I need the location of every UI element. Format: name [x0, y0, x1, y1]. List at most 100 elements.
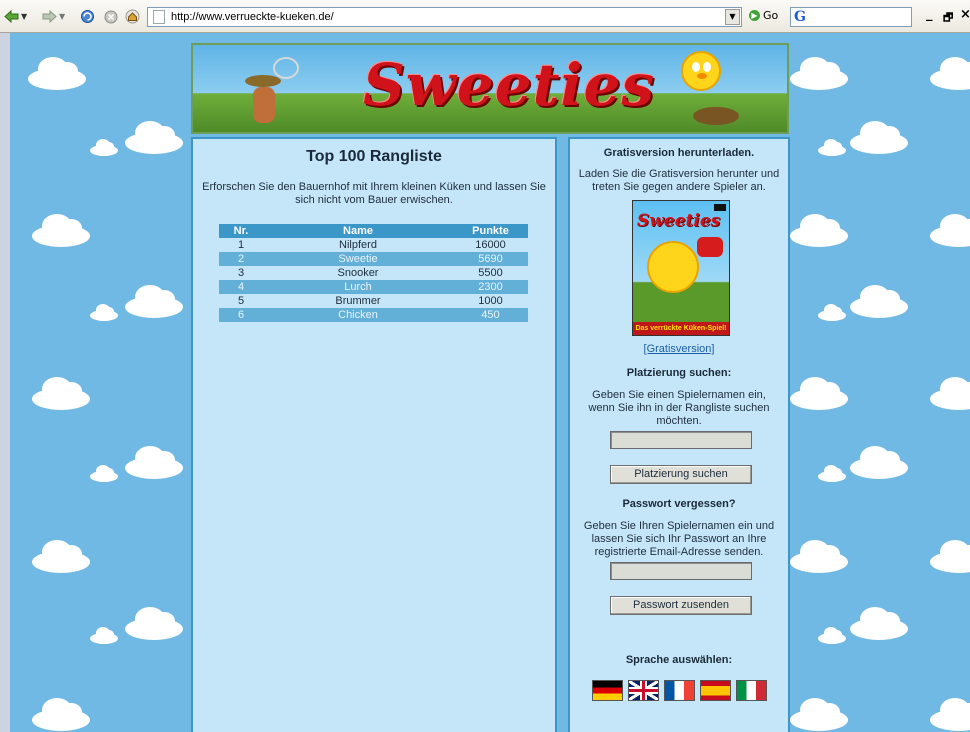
- cloud-decoration: [125, 285, 183, 318]
- cloud-decoration: [930, 57, 970, 90]
- gratisversion-link[interactable]: [Gratisversion]: [570, 343, 788, 355]
- player-name-cell: Lurch: [263, 280, 453, 294]
- player-name-cell: Brummer: [263, 294, 453, 308]
- forward-button[interactable]: ▼: [42, 8, 65, 25]
- player-name-cell: Sweetie: [263, 252, 453, 266]
- player-name-cell: Nilpferd: [263, 238, 453, 252]
- cloud-decoration: [818, 627, 846, 644]
- table-row: 2 Sweetie 5690: [219, 252, 528, 266]
- stop-icon: [103, 9, 118, 24]
- cloud-decoration: [930, 377, 970, 410]
- go-arrow-icon: ▶: [749, 10, 760, 21]
- close-button[interactable]: ×: [960, 7, 970, 22]
- forward-dropdown-icon[interactable]: ▼: [59, 12, 65, 21]
- cloud-decoration: [930, 214, 970, 247]
- site-logo: Sweeties: [363, 51, 655, 119]
- cover-tag: [714, 204, 726, 211]
- reload-button[interactable]: [80, 8, 95, 25]
- language-flags: [592, 680, 768, 702]
- points-cell: 16000: [453, 238, 528, 252]
- download-text: Laden Sie die Gratisversion herunter und…: [578, 168, 780, 193]
- cloud-decoration: [818, 465, 846, 482]
- forward-arrow-icon: [42, 9, 57, 24]
- cloud-decoration: [790, 377, 848, 410]
- url-text[interactable]: http://www.verrueckte-kueken.de/: [171, 11, 334, 23]
- home-button[interactable]: [125, 8, 140, 25]
- cloud-decoration: [125, 121, 183, 154]
- farmer-illustration: [245, 75, 281, 125]
- cover-chick-illustration: [647, 241, 699, 293]
- address-bar[interactable]: http://www.verrueckte-kueken.de/ ▼: [147, 7, 742, 27]
- ranking-panel: Top 100 Rangliste Erforschen Sie den Bau…: [191, 137, 557, 732]
- nest-illustration: [693, 107, 739, 125]
- player-name-input[interactable]: [610, 562, 752, 580]
- cloud-decoration: [850, 121, 908, 154]
- points-cell: 5500: [453, 266, 528, 280]
- cloud-decoration: [90, 304, 118, 321]
- cloud-decoration: [818, 139, 846, 156]
- restore-button[interactable]: 🗗: [943, 9, 953, 28]
- google-search-box[interactable]: G: [790, 7, 912, 27]
- rank-cell: 3: [219, 266, 263, 280]
- player-search-input[interactable]: [610, 431, 752, 449]
- sidebar-panel: Gratisversion herunterladen. Laden Sie d…: [568, 137, 790, 732]
- cloud-decoration: [790, 57, 848, 90]
- player-name-cell: Chicken: [263, 308, 453, 322]
- platzierung-suchen-button[interactable]: Platzierung suchen: [610, 465, 752, 484]
- passwort-zusenden-button[interactable]: Passwort zusenden: [610, 596, 752, 615]
- cloud-decoration: [850, 446, 908, 479]
- french-flag-icon[interactable]: [664, 680, 695, 701]
- cloud-decoration: [930, 698, 970, 731]
- spanish-flag-icon[interactable]: [700, 680, 731, 701]
- go-label: Go: [763, 9, 779, 22]
- cloud-decoration: [90, 139, 118, 156]
- home-icon: [125, 9, 140, 24]
- cloud-decoration: [790, 214, 848, 247]
- german-flag-icon[interactable]: [592, 680, 623, 701]
- page-title: Top 100 Rangliste: [306, 148, 442, 165]
- cloud-decoration: [32, 540, 90, 573]
- column-header-nr: Nr.: [219, 224, 263, 238]
- game-cover-image[interactable]: Sweeties Das verrückte Küken-Spiel!: [632, 200, 730, 336]
- chick-illustration: [681, 51, 721, 91]
- cloud-decoration: [90, 465, 118, 482]
- cloud-decoration: [850, 285, 908, 318]
- italian-flag-icon[interactable]: [736, 680, 767, 701]
- stop-button[interactable]: [103, 8, 118, 25]
- points-cell: 5690: [453, 252, 528, 266]
- rank-cell: 5: [219, 294, 263, 308]
- cloud-decoration: [32, 698, 90, 731]
- back-dropdown-icon[interactable]: ▼: [21, 12, 27, 21]
- back-button[interactable]: ▼: [4, 8, 27, 25]
- google-logo-icon: G: [794, 9, 806, 25]
- rank-cell: 6: [219, 308, 263, 322]
- cover-strip: Das verrückte Küken-Spiel!: [633, 322, 729, 335]
- cloud-decoration: [32, 214, 90, 247]
- table-row: 1 Nilpferd 16000: [219, 238, 528, 252]
- points-cell: 2300: [453, 280, 528, 294]
- page-icon: [153, 10, 165, 24]
- cloud-decoration: [930, 540, 970, 573]
- cloud-decoration: [28, 57, 86, 90]
- minimize-button[interactable]: _: [926, 7, 933, 22]
- table-row: 5 Brummer 1000: [219, 294, 528, 308]
- table-row: 3 Snooker 5500: [219, 266, 528, 280]
- ranking-table: Nr. Name Punkte 1 Nilpferd 16000 2 Sweet…: [219, 224, 528, 322]
- browser-toolbar: ▼ ▼ http://www.verrueckte-kueken.de/ ▼ ▶…: [0, 0, 970, 33]
- butterfly-net-illustration: [273, 57, 299, 79]
- url-dropdown-icon[interactable]: ▼: [725, 9, 740, 25]
- password-text: Geben Sie Ihren Spielernamen ein und las…: [583, 520, 775, 558]
- rank-cell: 2: [219, 252, 263, 266]
- site-banner[interactable]: Sweeties: [191, 43, 789, 134]
- cloud-decoration: [790, 698, 848, 731]
- go-button[interactable]: ▶ Go: [749, 9, 778, 22]
- english-flag-icon[interactable]: [628, 680, 659, 701]
- cloud-decoration: [125, 607, 183, 640]
- cover-badge: [697, 237, 723, 257]
- cover-title: Sweeties: [637, 211, 721, 231]
- language-heading: Sprache auswählen:: [625, 654, 733, 666]
- search-heading: Platzierung suchen:: [626, 367, 732, 379]
- cloud-decoration: [90, 627, 118, 644]
- password-heading: Passwort vergessen?: [622, 498, 736, 510]
- intro-text: Erforschen Sie den Bauernhof mit Ihrem k…: [202, 181, 546, 206]
